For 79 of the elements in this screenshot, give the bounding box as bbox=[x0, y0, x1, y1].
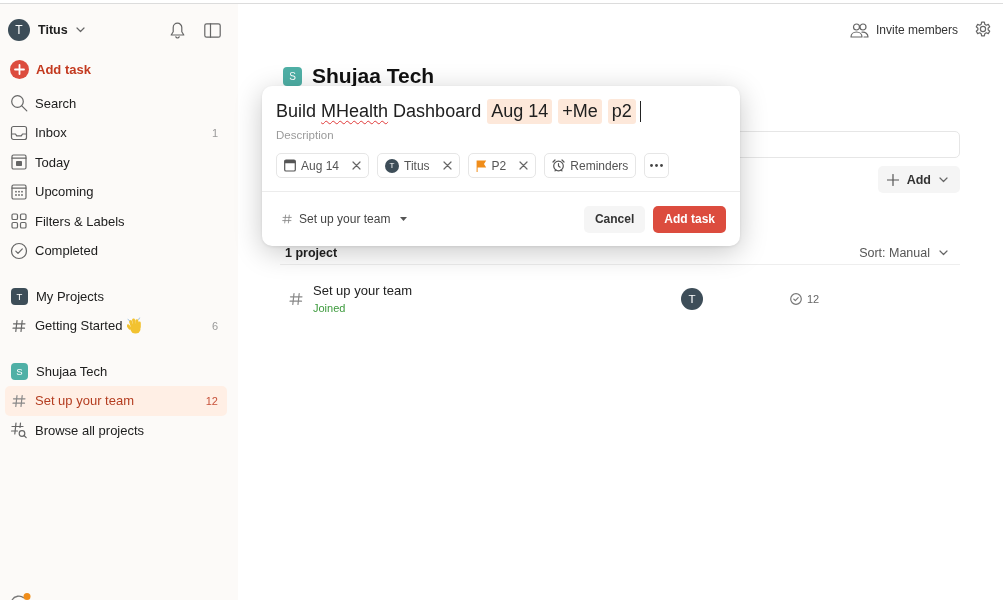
cancel-button[interactable]: Cancel bbox=[583, 205, 646, 233]
browse-projects-link[interactable]: Browse all projects bbox=[5, 415, 227, 445]
assignee-chip[interactable]: T Titus bbox=[377, 153, 460, 178]
item-count: 6 bbox=[211, 319, 218, 332]
member-avatar: T bbox=[681, 288, 703, 310]
workspace-header[interactable]: T My Projects bbox=[5, 281, 227, 311]
parsed-token: +Me bbox=[558, 99, 602, 124]
project-picker[interactable]: Set up your team bbox=[282, 212, 408, 226]
search-icon bbox=[10, 94, 28, 113]
hash-icon bbox=[12, 318, 26, 333]
close-icon[interactable] bbox=[442, 161, 452, 170]
project-status: Joined bbox=[313, 301, 347, 316]
waving-hand-icon bbox=[127, 317, 143, 335]
chevron-down-icon bbox=[75, 27, 85, 33]
sort-button[interactable]: Sort: Manual bbox=[859, 246, 948, 260]
settings-button[interactable] bbox=[974, 21, 992, 39]
invite-members-button[interactable]: Invite members bbox=[849, 22, 958, 38]
hash-icon bbox=[12, 393, 26, 408]
alarm-clock-icon bbox=[552, 159, 566, 172]
text-cursor bbox=[639, 101, 642, 122]
nav-item[interactable]: Today bbox=[5, 147, 227, 177]
priority-chip[interactable]: P2 bbox=[467, 153, 537, 178]
flag-icon bbox=[475, 159, 487, 172]
calendar-day-icon bbox=[10, 153, 28, 172]
settings-icon bbox=[974, 21, 992, 39]
nav-item[interactable]: Inbox 1 bbox=[5, 118, 227, 148]
bell-icon bbox=[170, 21, 185, 39]
check-circle-icon bbox=[790, 293, 802, 305]
project-item[interactable]: Getting Started 6 bbox=[5, 311, 227, 341]
add-button[interactable]: Add bbox=[877, 166, 960, 193]
item-count: 1 bbox=[211, 126, 218, 139]
caret-down-icon bbox=[400, 217, 408, 221]
task-title-text: Build MHealth Dashboard bbox=[276, 101, 482, 122]
people-icon bbox=[849, 22, 869, 38]
hash-icon bbox=[282, 214, 292, 224]
sidebar-toggle-icon bbox=[204, 22, 221, 38]
add-task-button[interactable]: Add task bbox=[5, 55, 227, 85]
project-title: Shujaa Tech bbox=[312, 64, 435, 88]
check-circle-icon bbox=[10, 241, 28, 260]
close-icon[interactable] bbox=[519, 161, 529, 170]
grid-icon bbox=[10, 212, 28, 231]
toggle-sidebar-button[interactable] bbox=[204, 22, 221, 38]
hash-search-icon bbox=[10, 421, 28, 440]
nav-item[interactable]: Search bbox=[5, 88, 227, 118]
badge-dot-icon bbox=[11, 593, 31, 600]
nav-item[interactable]: Filters & Labels bbox=[5, 206, 227, 236]
more-icon bbox=[650, 164, 664, 167]
project-item[interactable]: Set up your team 12 bbox=[5, 386, 227, 416]
nav-item[interactable]: Completed bbox=[5, 236, 227, 266]
chevron-down-icon bbox=[939, 176, 948, 183]
project-avatar: S bbox=[283, 66, 302, 86]
plus-circle-icon bbox=[10, 60, 29, 80]
item-count: 12 bbox=[205, 394, 218, 407]
calendar-icon bbox=[284, 159, 296, 172]
add-task-submit-button[interactable]: Add task bbox=[653, 205, 726, 233]
calendar-icon bbox=[10, 182, 28, 201]
close-icon[interactable] bbox=[352, 161, 362, 170]
description-field[interactable]: Description bbox=[276, 127, 726, 143]
user-menu-button[interactable]: T Titus bbox=[5, 18, 85, 42]
workspace-avatar: S bbox=[11, 362, 28, 380]
workspace-header[interactable]: S Shujaa Tech bbox=[5, 356, 227, 386]
nav-item[interactable]: Upcoming bbox=[5, 177, 227, 207]
inbox-icon bbox=[10, 123, 28, 142]
assignee-avatar: T bbox=[385, 158, 400, 173]
reminders-chip[interactable]: Reminders bbox=[544, 153, 637, 178]
more-button[interactable] bbox=[644, 153, 670, 178]
workspace-avatar: T bbox=[11, 287, 28, 305]
date-chip[interactable]: Aug 14 bbox=[276, 153, 370, 178]
task-name-field[interactable]: Build MHealth Dashboard Aug 14 +Me p2 bbox=[276, 98, 726, 125]
project-count: 1 project bbox=[285, 246, 338, 260]
parsed-token: p2 bbox=[607, 99, 636, 124]
parsed-token: Aug 14 bbox=[487, 99, 553, 124]
user-avatar: T bbox=[8, 19, 30, 41]
hash-icon bbox=[289, 292, 303, 306]
chevron-down-icon bbox=[939, 250, 948, 256]
notifications-button[interactable] bbox=[170, 21, 185, 39]
project-link[interactable]: Set up your team bbox=[313, 282, 412, 300]
task-count: 12 bbox=[807, 293, 820, 305]
plus-icon bbox=[886, 173, 899, 186]
